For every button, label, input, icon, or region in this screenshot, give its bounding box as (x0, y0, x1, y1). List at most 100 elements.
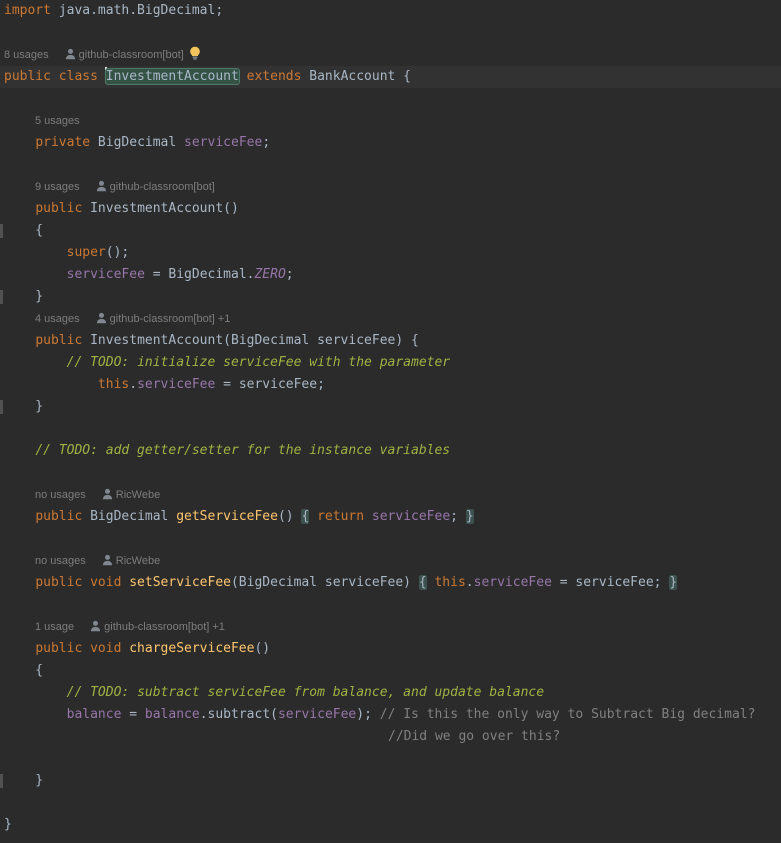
code-line-35[interactable] (0, 748, 781, 770)
token: getServiceFee (176, 509, 278, 524)
code-line-1[interactable]: import java.math.BigDecimal; (0, 0, 781, 22)
inlay-hint-line-26[interactable]: no usages RicWebe (0, 550, 781, 572)
usages-hint[interactable]: 4 usages (35, 313, 80, 325)
code-editor[interactable]: import java.math.BigDecimal; 8 usages gith… (0, 0, 781, 843)
token: public void (35, 641, 122, 656)
usages-hint[interactable]: 9 usages (35, 181, 80, 193)
user-icon (96, 312, 107, 324)
usages-hint[interactable]: 1 usage (35, 621, 74, 633)
code-line-22[interactable] (0, 462, 781, 484)
usages-hint[interactable]: no usages (35, 489, 86, 501)
code-line-32[interactable]: // TODO: subtract serviceFee from balanc… (0, 682, 781, 704)
token: = BigDecimal. (144, 267, 255, 282)
token: extends (246, 69, 302, 84)
inlay-hint-line-23[interactable]: no usages RicWebe (0, 484, 781, 506)
code-line-13[interactable]: serviceFee = BigDecimal.ZERO; (0, 264, 781, 286)
inlay-hint-line-9[interactable]: 9 usages github-classroom[bot] (0, 176, 781, 198)
code-line-31[interactable]: { (0, 660, 781, 682)
token: java.math.BigDecimal; (50, 3, 224, 18)
token: return (317, 509, 365, 524)
code-line-37[interactable] (0, 792, 781, 814)
usages-hint[interactable]: 8 usages (4, 49, 49, 61)
author-hint[interactable]: github-classroom[bot] +1 (104, 621, 225, 633)
token: serviceFee (137, 377, 216, 392)
matched-brace: } (465, 509, 474, 524)
code-line-7[interactable]: private BigDecimal serviceFee; (0, 132, 781, 154)
code-line-20[interactable] (0, 418, 781, 440)
inlay-hint-line-3[interactable]: 8 usages github-classroom[bot] (0, 44, 781, 66)
user-icon (102, 488, 113, 500)
code-line-21[interactable]: // TODO: add getter/setter for the insta… (0, 440, 781, 462)
code-line-19[interactable]: } (0, 396, 781, 418)
matched-brace: } (669, 575, 678, 590)
code-line-34[interactable]: //Did we go over this? (0, 726, 781, 748)
token: setServiceFee (129, 575, 231, 590)
code-line-16[interactable]: public InvestmentAccount(BigDecimal serv… (0, 330, 781, 352)
code-line-30[interactable]: public void chargeServiceFee() (0, 638, 781, 660)
code-line-10[interactable]: public InvestmentAccount() (0, 198, 781, 220)
code-line-25[interactable] (0, 528, 781, 550)
inlay-hint-line-6[interactable]: 5 usages (0, 110, 781, 132)
inlay-hint-line-29[interactable]: 1 usage github-classroom[bot] +1 (0, 616, 781, 638)
code-line-8[interactable] (0, 154, 781, 176)
author-hint[interactable]: github-classroom[bot] (79, 49, 184, 61)
code-line-27[interactable]: public void setServiceFee(BigDecimal ser… (0, 572, 781, 594)
author-hint[interactable]: RicWebe (116, 555, 160, 567)
user-icon (102, 554, 113, 566)
token: } (4, 773, 44, 788)
token: this (97, 377, 130, 392)
token: () (277, 509, 302, 524)
code-line-11[interactable]: { (0, 220, 781, 242)
token: serviceFee (184, 135, 263, 150)
code-line-2[interactable] (0, 22, 781, 44)
token: this (434, 575, 466, 590)
code-line-12[interactable]: super(); (0, 242, 781, 264)
code-line-38[interactable]: } (0, 814, 781, 836)
usages-hint[interactable]: 5 usages (35, 115, 80, 127)
token: = (121, 707, 145, 722)
code-line-33[interactable]: balance = balance.subtract(serviceFee); … (0, 704, 781, 726)
fold-marker (0, 290, 3, 304)
code-line-24[interactable]: public BigDecimal getServiceFee() { retu… (0, 506, 781, 528)
code-line-36[interactable]: } (0, 770, 781, 792)
code-line-4[interactable]: public class InvestmentAccount extends B… (0, 66, 781, 88)
token: . (465, 575, 474, 590)
author-hint[interactable]: github-classroom[bot] +1 (110, 313, 231, 325)
code-line-5[interactable] (0, 88, 781, 110)
code-line-28[interactable] (0, 594, 781, 616)
fold-marker (0, 400, 3, 414)
token: { (4, 223, 44, 238)
token: = serviceFee; (215, 377, 325, 392)
highlighted-identifier: InvestmentAccount (105, 69, 239, 84)
author-hint[interactable]: github-classroom[bot] (110, 181, 215, 193)
token: } (4, 399, 44, 414)
bulb-icon[interactable] (189, 46, 201, 60)
token: //Did we go over this? (388, 729, 561, 744)
author-hint[interactable]: RicWebe (116, 489, 160, 501)
token: InvestmentAccount(BigDecimal serviceFee)… (82, 333, 419, 348)
code-line-17[interactable]: // TODO: initialize serviceFee with the … (0, 352, 781, 374)
token: } (4, 817, 12, 832)
token: public (35, 509, 83, 524)
fold-marker (0, 774, 3, 788)
token: . (129, 377, 138, 392)
token: (); (105, 245, 130, 260)
code-line-14[interactable]: } (0, 286, 781, 308)
code-line-18[interactable]: this.serviceFee = serviceFee; (0, 374, 781, 396)
token: ); (356, 707, 380, 722)
token: BigDecimal (90, 135, 185, 150)
usages-hint[interactable]: no usages (35, 555, 86, 567)
user-icon (65, 48, 76, 60)
inlay-hint-line-15[interactable]: 4 usages github-classroom[bot] +1 (0, 308, 781, 330)
